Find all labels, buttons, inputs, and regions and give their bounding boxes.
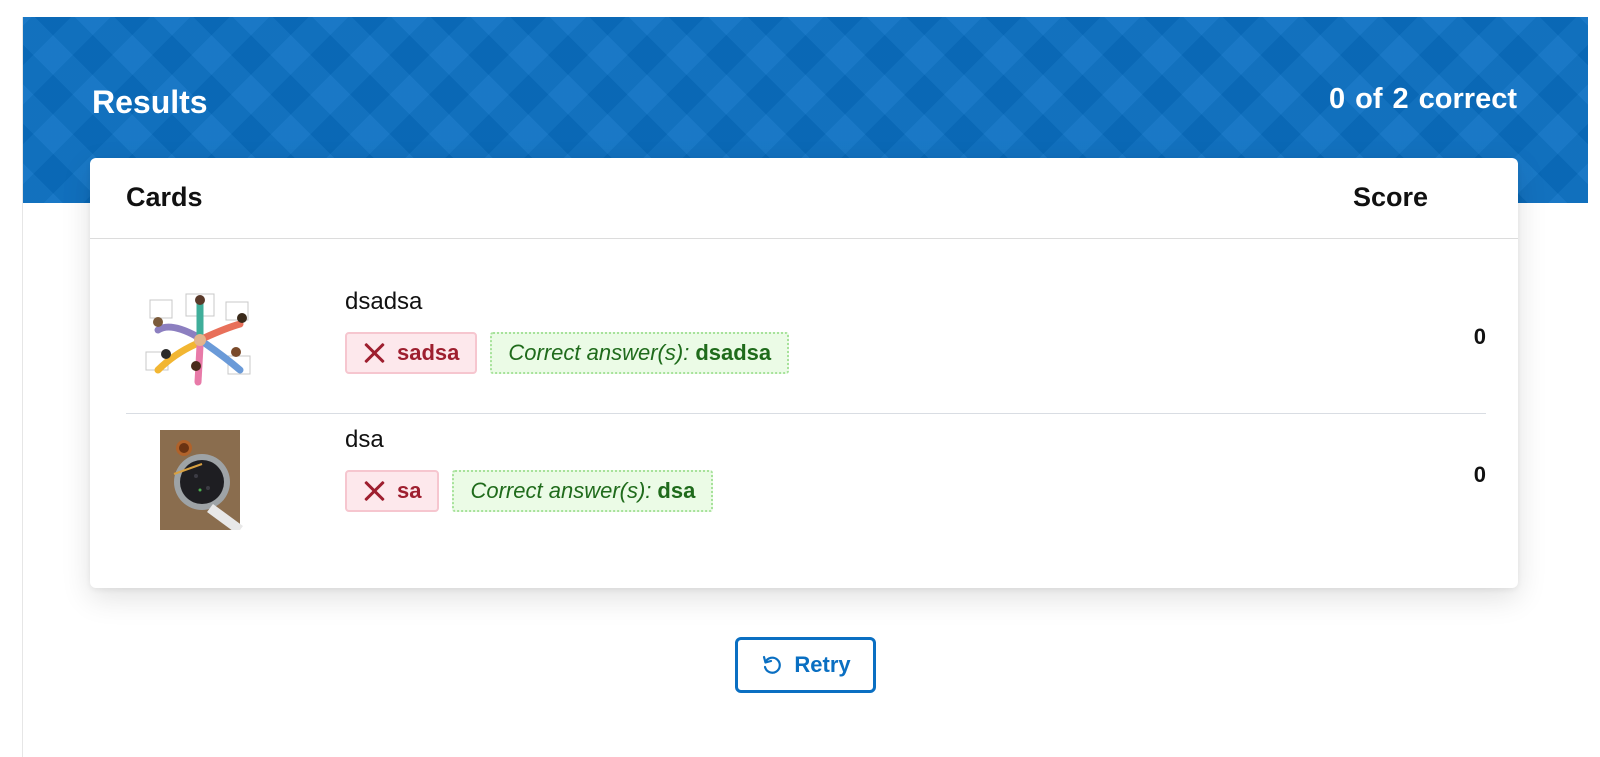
score-word: correct	[1418, 83, 1517, 115]
row-score: 0	[1473, 324, 1486, 349]
table-row: dsa sa Correct answer(s): dsa 0	[126, 414, 1486, 549]
card-image	[145, 293, 251, 386]
user-answer-wrong: sadsa	[345, 332, 478, 374]
close-icon	[363, 342, 385, 364]
answer-group: sadsa Correct answer(s): dsadsa	[345, 332, 790, 374]
total-score: 0 of 2 correct	[1329, 83, 1517, 116]
correct-answer-value: dsa	[657, 478, 696, 503]
card-prompt: dsa	[345, 426, 384, 453]
card-prompt: dsadsa	[345, 288, 423, 315]
table-header: Cards Score	[90, 158, 1518, 239]
user-answer-text: sadsa	[397, 340, 460, 365]
correct-answer: Correct answer(s): dsadsa	[490, 332, 790, 374]
score-total: 2	[1392, 83, 1409, 115]
column-header-score: Score	[1352, 182, 1428, 212]
answer-group: sa Correct answer(s): dsa	[345, 470, 714, 512]
correct-answer-label: Correct answer(s):	[508, 340, 690, 365]
correct-answer: Correct answer(s): dsa	[452, 470, 714, 512]
retry-button[interactable]: Retry	[735, 637, 876, 693]
correct-answer-value: dsadsa	[695, 340, 772, 365]
page-title: Results	[92, 84, 208, 120]
score-of: of	[1355, 83, 1383, 115]
retry-label: Retry	[794, 652, 851, 677]
retry-icon	[763, 655, 782, 674]
correct-answer-label: Correct answer(s):	[470, 478, 652, 503]
table-row: dsadsa sadsa Correct answer(s): dsadsa 0	[126, 276, 1486, 414]
user-answer-text: sa	[397, 478, 422, 503]
row-score: 0	[1473, 462, 1486, 487]
score-value: 0	[1329, 83, 1346, 115]
card-image	[160, 430, 243, 530]
column-header-cards: Cards	[126, 182, 203, 212]
close-icon	[363, 480, 385, 502]
user-answer-wrong: sa	[345, 470, 440, 512]
results-table: Cards Score dsadsa sadsa Correct answer(…	[90, 158, 1518, 588]
